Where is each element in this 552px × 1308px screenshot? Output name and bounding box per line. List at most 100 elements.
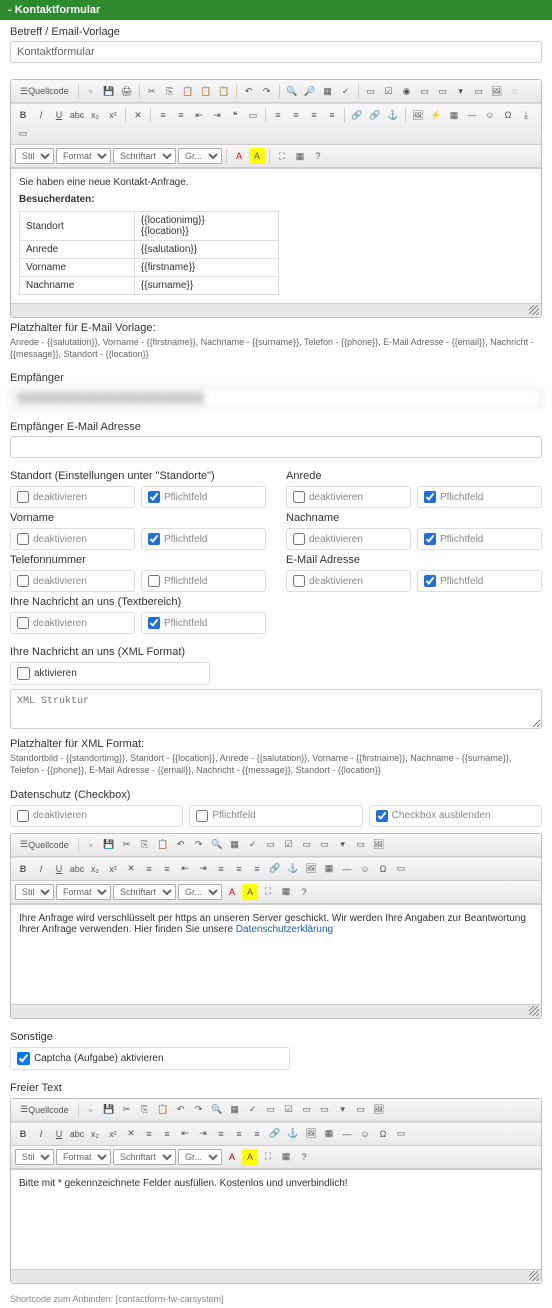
privacy-link[interactable]: Datenschutzerklärung xyxy=(236,924,333,935)
resize-handle[interactable] xyxy=(529,1006,539,1016)
field-title: E-Mail Adresse xyxy=(286,554,542,566)
source-button[interactable]: ☰ Quellcode xyxy=(15,1102,74,1118)
paste-word-icon[interactable]: 📋 xyxy=(216,83,232,99)
privacy-deact-checkbox[interactable] xyxy=(17,810,29,822)
freetext-editor: ☰ Quellcode▫💾✂⎘📋↶↷🔍▦✓▭☑▭▭▾▭🖼 BIUabcx₂x²✕… xyxy=(10,1098,542,1284)
quote-icon[interactable]: ❝ xyxy=(227,107,243,123)
paste-text-icon[interactable]: 📋 xyxy=(198,83,214,99)
deactivate-checkbox[interactable] xyxy=(293,575,305,587)
hr-icon[interactable]: — xyxy=(464,107,480,123)
iframe-icon[interactable]: ▭ xyxy=(15,125,31,141)
privacy-hide-checkbox[interactable] xyxy=(376,810,388,822)
unlink-icon[interactable]: 🔗 xyxy=(367,107,383,123)
style-select[interactable]: Stil xyxy=(15,148,54,164)
deactivate-checkbox[interactable] xyxy=(293,491,305,503)
source-button[interactable]: ☰ Quellcode xyxy=(15,83,74,99)
size-select[interactable]: Gr... xyxy=(178,148,222,164)
textfield-icon[interactable]: ▭ xyxy=(417,83,433,99)
textarea-icon[interactable]: ▭ xyxy=(435,83,451,99)
required-checkbox[interactable] xyxy=(424,533,436,545)
email-template-editor: ☰ Quellcode ▫ 💾 🖨 ✂ ⎘ 📋 📋 📋 ↶ ↷ 🔍 🔎 ▦ ✓ … xyxy=(10,79,542,318)
captcha-checkbox[interactable] xyxy=(17,1052,30,1065)
cut-icon[interactable]: ✂ xyxy=(144,83,160,99)
paste-icon[interactable]: 📋 xyxy=(180,83,196,99)
required-checkbox[interactable] xyxy=(148,491,160,503)
image-button-icon[interactable]: 🖼 xyxy=(489,83,505,99)
textcolor-icon[interactable]: A xyxy=(231,148,247,164)
copy-icon[interactable]: ⎘ xyxy=(162,83,178,99)
flash-icon[interactable]: ⚡ xyxy=(428,107,444,123)
deactivate-checkbox[interactable] xyxy=(293,533,305,545)
required-checkbox[interactable] xyxy=(148,575,160,587)
replace-icon[interactable]: 🔎 xyxy=(302,83,318,99)
bgcolor-icon[interactable]: A xyxy=(249,148,265,164)
field-title: Vorname xyxy=(10,512,266,524)
print-icon[interactable]: 🖨 xyxy=(119,83,135,99)
required-checkbox[interactable] xyxy=(424,491,436,503)
numlist-icon[interactable]: ≡ xyxy=(155,107,171,123)
find-icon[interactable]: 🔍 xyxy=(284,83,300,99)
bullist-icon[interactable]: ≡ xyxy=(173,107,189,123)
image-icon[interactable]: 🖼 xyxy=(410,107,426,123)
xml-textarea[interactable] xyxy=(10,689,542,729)
indent-icon[interactable]: ⇥ xyxy=(209,107,225,123)
editor-body[interactable]: Sie haben eine neue Kontakt-Anfrage. Bes… xyxy=(11,168,541,303)
specialchar-icon[interactable]: Ω xyxy=(500,107,516,123)
privacy-body[interactable]: Ihre Anfrage wird verschlüsselt per http… xyxy=(11,904,541,1004)
deactivate-checkbox[interactable] xyxy=(17,575,29,587)
div-icon[interactable]: ▭ xyxy=(245,107,261,123)
privacy-required-checkbox[interactable] xyxy=(196,810,208,822)
undo-icon[interactable]: ↶ xyxy=(241,83,257,99)
table-icon[interactable]: ▦ xyxy=(446,107,462,123)
deactivate-checkbox[interactable] xyxy=(17,617,29,629)
resize-handle[interactable] xyxy=(529,1271,539,1281)
xml-placeholder-label: Platzhalter für XML Format: xyxy=(10,738,542,750)
new-icon[interactable]: ▫ xyxy=(83,83,99,99)
required-checkbox[interactable] xyxy=(148,617,160,629)
form-icon[interactable]: ▭ xyxy=(363,83,379,99)
bold-icon[interactable]: B xyxy=(15,107,31,123)
required-checkbox[interactable] xyxy=(424,575,436,587)
freetext-body[interactable]: Bitte mit * gekennzeichnete Felder ausfü… xyxy=(11,1169,541,1269)
alignright-icon[interactable]: ≡ xyxy=(306,107,322,123)
justify-icon[interactable]: ≡ xyxy=(324,107,340,123)
format-select[interactable]: Format xyxy=(56,148,111,164)
redo-icon[interactable]: ↷ xyxy=(259,83,275,99)
resize-handle[interactable] xyxy=(529,305,539,315)
italic-icon[interactable]: I xyxy=(33,107,49,123)
anchor-icon[interactable]: ⚓ xyxy=(385,107,401,123)
pagebreak-icon[interactable]: ⤓ xyxy=(518,107,534,123)
strike-icon[interactable]: abc xyxy=(69,107,85,123)
maximize-icon[interactable]: ⛶ xyxy=(274,148,290,164)
showblocks-icon[interactable]: ▦ xyxy=(292,148,308,164)
superscript-icon[interactable]: x² xyxy=(105,107,121,123)
radio-icon[interactable]: ◉ xyxy=(399,83,415,99)
deactivate-checkbox[interactable] xyxy=(17,491,29,503)
underline-icon[interactable]: U xyxy=(51,107,67,123)
link-icon[interactable]: 🔗 xyxy=(349,107,365,123)
select-icon[interactable]: ▾ xyxy=(453,83,469,99)
alignleft-icon[interactable]: ≡ xyxy=(270,107,286,123)
checkbox-icon[interactable]: ☑ xyxy=(381,83,397,99)
privacy-editor: ☰ Quellcode▫💾✂⎘📋↶↷🔍▦✓▭☑▭▭▾▭🖼 BIUabcx₂x²✕… xyxy=(10,833,542,1019)
placeholder-text: Anrede - {{salutation}}, Vorname - {{fir… xyxy=(10,337,542,360)
font-select[interactable]: Schriftart xyxy=(113,148,176,164)
selectall-icon[interactable]: ▦ xyxy=(320,83,336,99)
outdent-icon[interactable]: ⇤ xyxy=(191,107,207,123)
button-icon[interactable]: ▭ xyxy=(471,83,487,99)
aligncenter-icon[interactable]: ≡ xyxy=(288,107,304,123)
spellcheck-icon[interactable]: ✓ xyxy=(338,83,354,99)
subscript-icon[interactable]: x₂ xyxy=(87,107,103,123)
subject-input[interactable] xyxy=(10,41,542,63)
xml-activate-checkbox[interactable] xyxy=(17,667,30,680)
required-checkbox[interactable] xyxy=(148,533,160,545)
smiley-icon[interactable]: ☺ xyxy=(482,107,498,123)
about-icon[interactable]: ? xyxy=(310,148,326,164)
removeformat-icon[interactable]: ✕ xyxy=(130,107,146,123)
hidden-icon[interactable]: ◌ xyxy=(507,83,523,99)
source-button[interactable]: ☰ Quellcode xyxy=(15,837,74,853)
recipient-input[interactable] xyxy=(10,387,542,409)
recipient-email-input[interactable] xyxy=(10,436,542,458)
deactivate-checkbox[interactable] xyxy=(17,533,29,545)
save-icon[interactable]: 💾 xyxy=(101,83,117,99)
